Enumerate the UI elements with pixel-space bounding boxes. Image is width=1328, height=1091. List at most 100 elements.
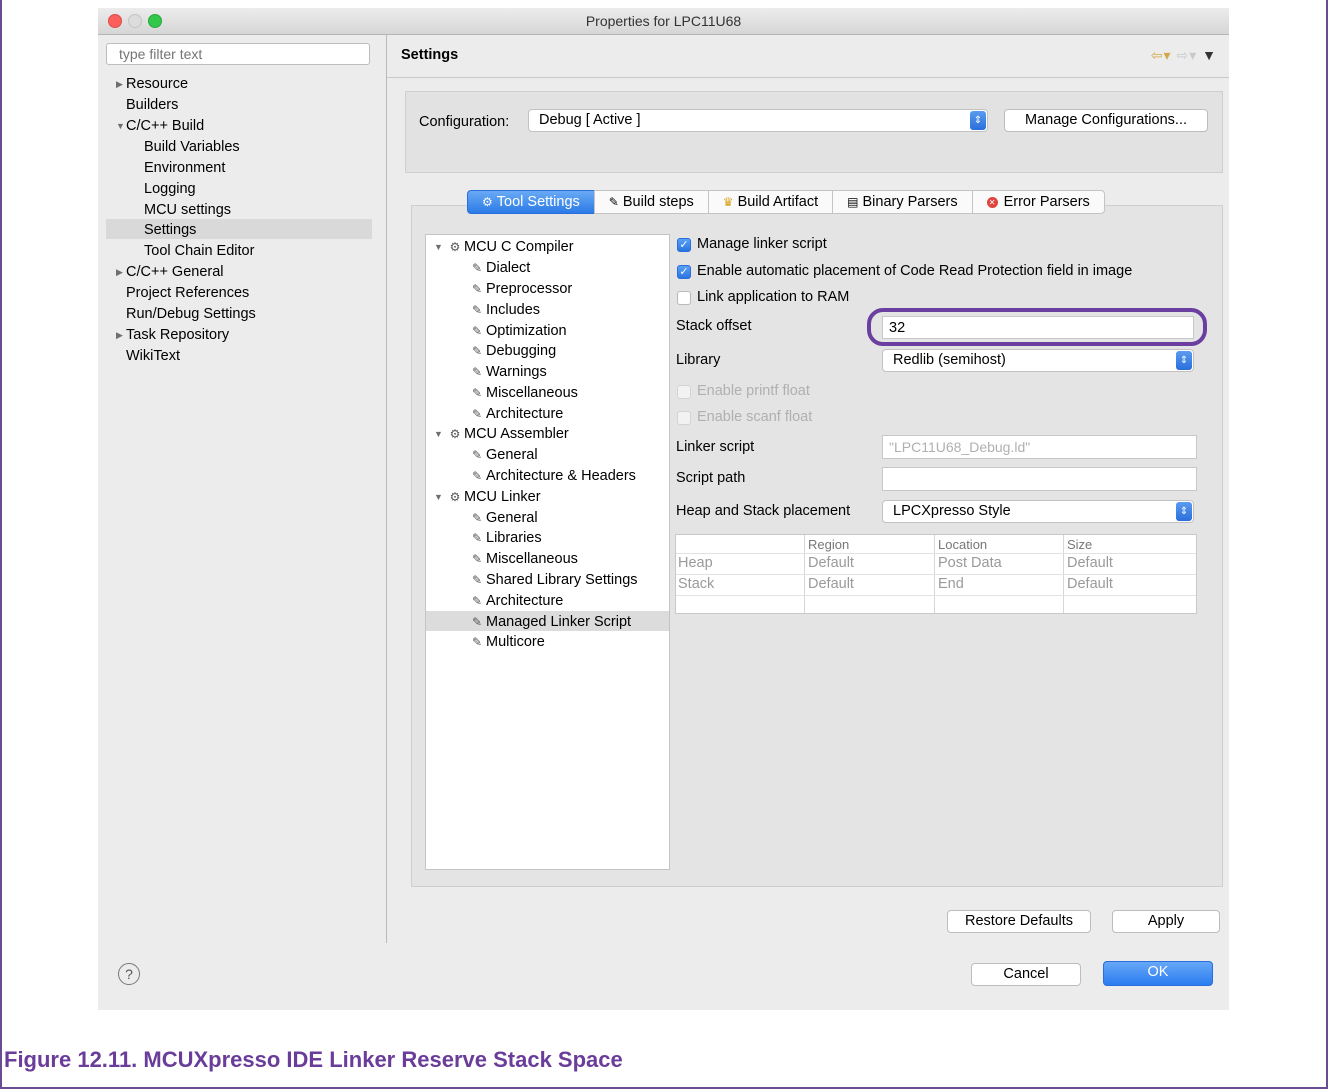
option-category-icon: ✎ bbox=[471, 344, 483, 358]
printf-float-checkbox[interactable] bbox=[677, 385, 691, 399]
script-path-field[interactable] bbox=[882, 467, 1197, 491]
cancel-button[interactable]: Cancel bbox=[971, 963, 1081, 986]
tab-binary-parsers[interactable]: ▤ Binary Parsers bbox=[832, 190, 973, 214]
table-cell: Default bbox=[1067, 576, 1113, 592]
linker-script-label: Linker script bbox=[676, 439, 755, 455]
back-arrow-icon[interactable]: ⇦▾ bbox=[1151, 47, 1172, 63]
auto-crp-label: Enable automatic placement of Code Read … bbox=[697, 263, 1133, 279]
tool-tree-item-architecture-headers[interactable]: ✎ Architecture & Headers bbox=[468, 466, 636, 486]
expand-arrow-icon[interactable]: ▶ bbox=[116, 74, 126, 94]
heap-stack-table: Region Location Size Heap Default Post D… bbox=[675, 534, 1197, 614]
left-tree-item-build-variables[interactable]: Build Variables bbox=[144, 137, 240, 157]
column-header-size[interactable]: Size bbox=[1067, 537, 1092, 552]
left-tree-item-mcu-settings[interactable]: MCU settings bbox=[144, 200, 231, 220]
tool-icon: ⚙ bbox=[449, 427, 461, 441]
table-cell: Default bbox=[808, 576, 854, 592]
tool-tree-item-linker-general[interactable]: ✎ General bbox=[468, 508, 538, 528]
stack-offset-label: Stack offset bbox=[676, 318, 752, 334]
error-icon: ✕ bbox=[986, 197, 998, 208]
tool-tree-item-optimization[interactable]: ✎ Optimization bbox=[468, 321, 567, 341]
manage-configurations-button[interactable]: Manage Configurations... bbox=[1004, 109, 1208, 132]
left-tree-item-cpp-build[interactable]: ▼C/C++ Build bbox=[116, 116, 204, 136]
tool-icon: ⚙ bbox=[449, 240, 461, 254]
tool-tree-item-miscellaneous[interactable]: ✎ Miscellaneous bbox=[468, 383, 578, 403]
left-tree-item-project-references[interactable]: Project References bbox=[126, 283, 249, 303]
tool-tree-item-linker-architecture[interactable]: ✎ Architecture bbox=[468, 591, 563, 611]
collapse-arrow-icon[interactable]: ▼ bbox=[434, 487, 446, 507]
tool-tree-item-libraries[interactable]: ✎ Libraries bbox=[468, 528, 542, 548]
linker-script-field[interactable]: "LPC11U68_Debug.ld" bbox=[882, 435, 1197, 459]
tool-settings-icon: ⚙ bbox=[482, 195, 493, 209]
table-cell: Stack bbox=[678, 576, 715, 592]
filter-input[interactable] bbox=[106, 43, 370, 65]
option-category-icon: ✎ bbox=[471, 594, 483, 608]
trophy-icon: ♛ bbox=[722, 195, 734, 209]
left-tree-item-run-debug-settings[interactable]: Run/Debug Settings bbox=[126, 304, 256, 324]
expand-arrow-icon[interactable]: ▶ bbox=[116, 262, 126, 282]
tab-build-artifact[interactable]: ♛ Build Artifact bbox=[707, 190, 834, 214]
tool-tree-item-architecture[interactable]: ✎ Architecture bbox=[468, 404, 563, 424]
table-cell: Heap bbox=[678, 555, 713, 571]
option-category-icon: ✎ bbox=[471, 448, 483, 462]
tool-tree-item-dialect[interactable]: ✎ Dialect bbox=[468, 258, 530, 278]
tab-bar: ⚙ Tool Settings ✎ Build steps ♛ Build Artif… bbox=[467, 190, 1105, 214]
ok-button[interactable]: OK bbox=[1103, 961, 1213, 986]
collapse-arrow-icon[interactable]: ▼ bbox=[116, 116, 126, 136]
tool-tree-item-mcu-assembler[interactable]: ▼ ⚙ MCU Assembler bbox=[434, 424, 569, 444]
history-nav[interactable]: ⇦▾ ⇨▾ ▼ bbox=[1151, 47, 1217, 64]
configuration-select[interactable]: Debug [ Active ] ⇕ bbox=[528, 109, 988, 132]
left-tree-item-cpp-general[interactable]: ▶ C/C++ General bbox=[116, 262, 224, 282]
tool-tree-item-mcu-c-compiler[interactable]: ▼ ⚙ MCU C Compiler bbox=[434, 237, 574, 257]
link-to-ram-checkbox[interactable] bbox=[677, 291, 691, 305]
dropdown-stepper-icon: ⇕ bbox=[1176, 502, 1192, 521]
header-divider bbox=[387, 77, 1229, 78]
tool-tree-item-assembler-general[interactable]: ✎ General bbox=[468, 445, 538, 465]
tool-tree-item-mcu-linker[interactable]: ▼ ⚙ MCU Linker bbox=[434, 487, 541, 507]
left-tree-item-logging[interactable]: Logging bbox=[144, 179, 196, 199]
restore-defaults-button[interactable]: Restore Defaults bbox=[947, 910, 1091, 933]
configuration-label: Configuration: bbox=[419, 114, 510, 130]
dropdown-stepper-icon: ⇕ bbox=[970, 111, 986, 130]
header-row-line bbox=[676, 553, 1196, 554]
left-tree-item-settings[interactable]: Settings bbox=[144, 220, 196, 240]
help-icon[interactable]: ? bbox=[118, 963, 140, 985]
option-category-icon: ✎ bbox=[471, 386, 483, 400]
expand-arrow-icon[interactable]: ▶ bbox=[116, 325, 126, 345]
left-tree-item-wikitext[interactable]: WikiText bbox=[126, 346, 180, 366]
column-header-location[interactable]: Location bbox=[938, 537, 987, 552]
left-tree-item-tool-chain-editor[interactable]: Tool Chain Editor bbox=[144, 241, 254, 261]
apply-button[interactable]: Apply bbox=[1112, 910, 1220, 933]
left-tree-item-resource[interactable]: ▶ Resource bbox=[116, 74, 188, 94]
scanf-float-checkbox[interactable] bbox=[677, 411, 691, 425]
tab-tool-settings[interactable]: ⚙ Tool Settings bbox=[467, 190, 595, 214]
tab-error-parsers[interactable]: ✕ Error Parsers bbox=[971, 190, 1105, 214]
tool-tree-item-preprocessor[interactable]: ✎ Preprocessor bbox=[468, 279, 572, 299]
left-tree-item-environment[interactable]: Environment bbox=[144, 158, 225, 178]
left-tree-item-builders[interactable]: Builders bbox=[126, 95, 178, 115]
tool-tree-item-warnings[interactable]: ✎ Warnings bbox=[468, 362, 547, 382]
highlight-annotation bbox=[867, 308, 1207, 346]
tool-tree-item-shared-library-settings[interactable]: ✎ Shared Library Settings bbox=[468, 570, 638, 590]
tool-tree-item-linker-miscellaneous[interactable]: ✎ Miscellaneous bbox=[468, 549, 578, 569]
tool-tree-item-multicore[interactable]: ✎ Multicore bbox=[468, 632, 545, 652]
option-category-icon: ✎ bbox=[471, 407, 483, 421]
library-select[interactable]: Redlib (semihost) ⇕ bbox=[882, 349, 1194, 372]
collapse-arrow-icon[interactable]: ▼ bbox=[434, 237, 446, 257]
forward-arrow-icon[interactable]: ⇨▾ bbox=[1176, 47, 1197, 63]
tool-settings-tree: ▼ ⚙ MCU C Compiler ✎ Dialect ✎ Preprocessor … bbox=[425, 234, 670, 870]
left-tree-item-task-repository[interactable]: ▶ Task Repository bbox=[116, 325, 229, 345]
tool-tree-item-managed-linker-script[interactable]: ✎ Managed Linker Script bbox=[468, 612, 631, 632]
option-category-icon: ✎ bbox=[471, 511, 483, 525]
tab-build-steps[interactable]: ✎ Build steps bbox=[593, 190, 709, 214]
auto-crp-checkbox[interactable]: ✓ bbox=[677, 265, 691, 279]
manage-linker-script-checkbox[interactable]: ✓ bbox=[677, 238, 691, 252]
view-menu-icon[interactable]: ▼ bbox=[1202, 47, 1217, 63]
column-header-region[interactable]: Region bbox=[808, 537, 849, 552]
option-category-icon: ✎ bbox=[471, 303, 483, 317]
collapse-arrow-icon[interactable]: ▼ bbox=[434, 424, 446, 444]
tool-tree-item-includes[interactable]: ✎ Includes bbox=[468, 300, 540, 320]
heap-stack-placement-select[interactable]: LPCXpresso Style ⇕ bbox=[882, 500, 1194, 523]
library-label: Library bbox=[676, 352, 721, 368]
tool-tree-item-debugging[interactable]: ✎ Debugging bbox=[468, 341, 556, 361]
settings-pane: Settings ⇦▾ ⇨▾ ▼ Configuration: Debug [ … bbox=[387, 35, 1229, 943]
